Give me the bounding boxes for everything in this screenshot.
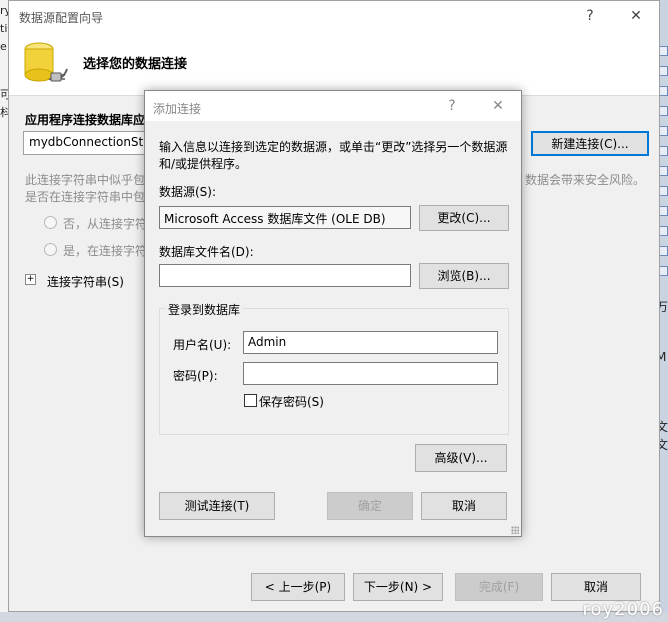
previous-button[interactable]: < 上一步(P)	[251, 573, 345, 601]
dbfile-label: 数据库文件名(D):	[159, 245, 254, 259]
dbfile-input[interactable]	[159, 264, 411, 287]
security-warning-tail: 数据会带来安全风险。	[525, 173, 646, 187]
finish-button[interactable]: 完成(F)	[455, 573, 543, 601]
bg-text-fragment: ti	[0, 22, 8, 35]
close-icon[interactable]: ✕	[625, 5, 647, 27]
help-icon[interactable]: ?	[579, 5, 601, 27]
wizard-cancel-button[interactable]: 取消	[551, 573, 641, 601]
radio-include-label: 是，在连接字符	[63, 244, 148, 258]
save-password-checkbox[interactable]	[244, 394, 257, 407]
radio-exclude-sensitive[interactable]	[44, 216, 57, 229]
radio-exclude-label: 否，从连接字符	[63, 217, 148, 231]
username-input[interactable]: Admin	[243, 331, 498, 354]
add-connection-dialog: 添加连接 ? ✕ 输入信息以连接到选定的数据源，或单击“更改”选择另一个数据源和…	[144, 90, 522, 537]
background-bottom-bar	[0, 612, 668, 622]
expand-icon[interactable]: +	[25, 274, 36, 285]
connection-combobox[interactable]: mydbConnectionStri	[23, 131, 153, 155]
ok-button[interactable]: 确定	[327, 492, 413, 520]
security-warning-line1: 此连接字符串中似乎包	[25, 173, 146, 187]
test-connection-button[interactable]: 测试连接(T)	[159, 492, 275, 520]
change-button[interactable]: 更改(C)...	[419, 205, 509, 231]
username-label: 用户名(U):	[173, 338, 232, 352]
login-group-title: 登录到数据库	[165, 301, 244, 318]
password-input[interactable]	[243, 362, 498, 385]
password-label: 密码(P):	[173, 369, 218, 383]
dialog-instructions: 输入信息以连接到选定的数据源，或单击“更改”选择另一个数据源和/或提供程序。	[159, 140, 508, 171]
dialog-cancel-button[interactable]: 取消	[421, 492, 507, 520]
dialog-titlebar: 添加连接 ? ✕	[145, 91, 521, 121]
datasource-label: 数据源(S):	[159, 185, 217, 199]
wizard-title: 数据源配置向导	[19, 11, 104, 25]
browse-button[interactable]: 浏览(B)...	[419, 263, 509, 289]
watermark: roy2006	[582, 599, 664, 620]
page-title: 选择您的数据连接	[83, 57, 188, 72]
new-connection-button[interactable]: 新建连接(C)...	[531, 131, 649, 156]
close-icon[interactable]: ✕	[487, 95, 509, 117]
save-password-label: 保存密码(S)	[259, 395, 324, 409]
next-button[interactable]: 下一步(N) >	[353, 573, 443, 601]
radio-include-sensitive[interactable]	[44, 243, 57, 256]
datasource-field: Microsoft Access 数据库文件 (OLE DB)	[159, 206, 411, 229]
advanced-button[interactable]: 高级(V)...	[415, 444, 507, 472]
wizard-titlebar: 数据源配置向导 ? ✕	[9, 1, 659, 31]
database-plug-icon	[24, 42, 68, 82]
security-warning-line2: 是否在连接字符串中包	[25, 190, 146, 204]
connection-string-label: 连接字符串(S)	[47, 275, 124, 289]
wizard-header: 选择您的数据连接	[9, 31, 659, 96]
help-icon[interactable]: ?	[441, 95, 463, 117]
section-label: 应用程序连接数据库应	[25, 113, 146, 127]
resize-grip-icon[interactable]	[511, 526, 519, 534]
dialog-title: 添加连接	[153, 102, 202, 116]
